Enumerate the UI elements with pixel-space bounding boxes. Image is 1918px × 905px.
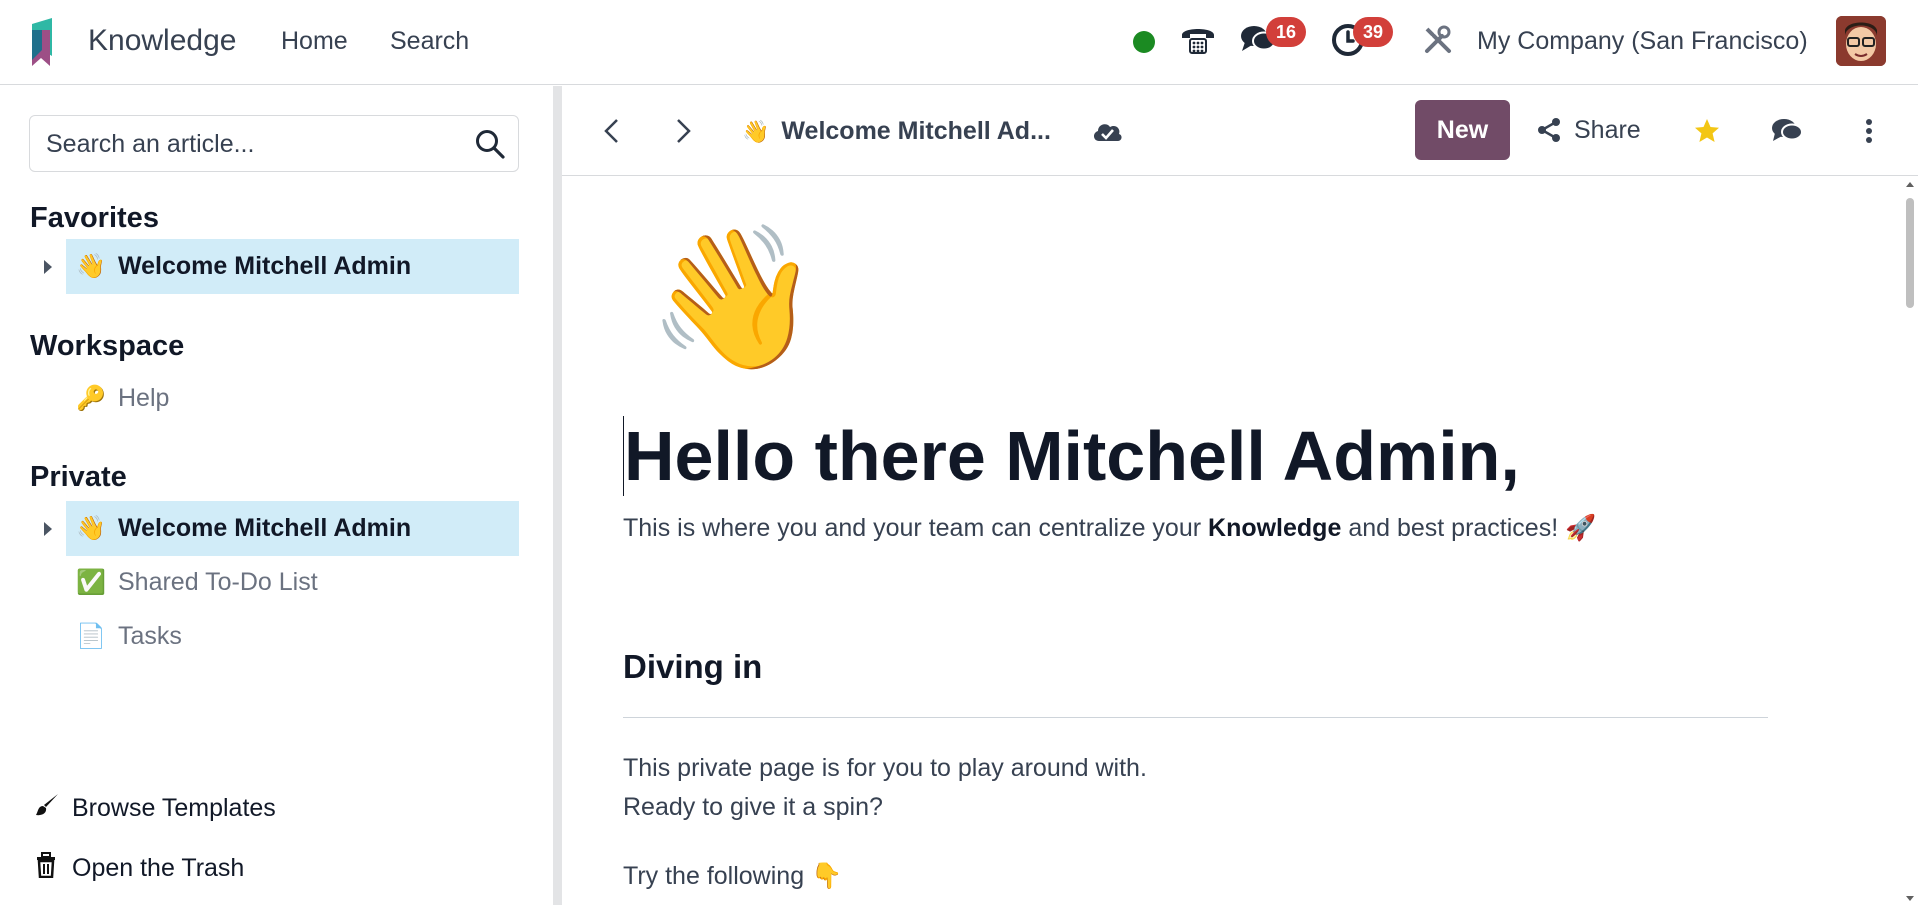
presence-status-icon[interactable] xyxy=(1133,31,1155,53)
share-label: Share xyxy=(1574,115,1641,144)
article-cover-wave-icon[interactable]: 👋 xyxy=(647,228,821,368)
intro-bold-text: Knowledge xyxy=(1208,514,1342,542)
sidebar: Favorites 👋 Welcome Mitchell Admin Works… xyxy=(0,86,553,905)
article-paragraph[interactable]: This private page is for you to play aro… xyxy=(623,754,1147,783)
sidebar-resize-handle[interactable] xyxy=(553,86,562,905)
company-switcher[interactable]: My Company (San Francisco) xyxy=(1477,27,1808,56)
activities-badge: 39 xyxy=(1353,17,1393,47)
messages-badge: 16 xyxy=(1266,17,1306,47)
key-icon: 🔑 xyxy=(76,385,106,412)
cloud-saved-icon xyxy=(1090,114,1124,148)
open-trash-label: Open the Trash xyxy=(72,854,245,882)
menu-search[interactable]: Search xyxy=(390,27,469,56)
open-trash-link[interactable]: Open the Trash xyxy=(34,852,244,885)
scrollbar-thumb[interactable] xyxy=(1906,198,1914,308)
divider xyxy=(623,717,1768,718)
article-paragraph[interactable]: Try the following 👇 xyxy=(623,862,842,891)
private-item-tasks[interactable]: 📄 Tasks xyxy=(66,609,519,664)
section-favorites: Favorites xyxy=(30,202,159,234)
favorite-star-icon[interactable] xyxy=(1690,114,1724,148)
intro-text: This is where you and your team can cent… xyxy=(623,514,1202,542)
knowledge-logo-icon[interactable] xyxy=(28,16,68,66)
workspace-item-help[interactable]: 🔑 Help xyxy=(66,371,519,426)
search-icon[interactable] xyxy=(474,128,506,160)
wave-icon: 👋 xyxy=(76,515,106,542)
back-arrow-icon[interactable] xyxy=(597,116,627,146)
section-workspace: Workspace xyxy=(30,330,185,362)
phone-icon[interactable] xyxy=(1180,22,1216,58)
article-main: 👋 Welcome Mitchell Ad... New Share 👋 Hel… xyxy=(562,86,1918,905)
forward-arrow-icon[interactable] xyxy=(668,116,698,146)
private-item-welcome[interactable]: 👋 Welcome Mitchell Admin xyxy=(66,501,519,556)
private-item-label: Welcome Mitchell Admin xyxy=(118,514,412,542)
share-button[interactable]: Share xyxy=(1536,100,1641,160)
menu-home[interactable]: Home xyxy=(281,27,348,56)
article-paragraph[interactable]: Ready to give it a spin? xyxy=(623,793,883,822)
private-item-todo[interactable]: ✅ Shared To-Do List xyxy=(66,555,519,610)
favorite-item-label: Welcome Mitchell Admin xyxy=(118,252,412,280)
article-search[interactable] xyxy=(29,115,519,172)
private-item-label: Tasks xyxy=(118,622,182,650)
breadcrumb-title[interactable]: 👋 Welcome Mitchell Ad... xyxy=(742,117,1051,146)
article-header: 👋 Welcome Mitchell Ad... New Share xyxy=(562,86,1918,176)
more-options-icon[interactable] xyxy=(1852,114,1886,148)
intro-text-end: and best practices! 🚀 xyxy=(1348,514,1597,542)
article-heading[interactable]: Hello there Mitchell Admin, xyxy=(623,416,1520,496)
section-private: Private xyxy=(30,461,127,493)
app-name[interactable]: Knowledge xyxy=(88,24,236,58)
favorite-item-welcome[interactable]: 👋 Welcome Mitchell Admin xyxy=(66,239,519,294)
share-icon xyxy=(1538,118,1560,142)
new-article-button[interactable]: New xyxy=(1415,100,1510,160)
private-item-label: Shared To-Do List xyxy=(118,568,318,596)
document-icon: 📄 xyxy=(76,623,106,650)
caret-right-icon[interactable] xyxy=(41,519,55,539)
trash-icon xyxy=(34,852,72,885)
settings-tools-icon[interactable] xyxy=(1420,22,1456,58)
search-input[interactable] xyxy=(46,128,446,160)
checkbox-icon: ✅ xyxy=(76,569,106,596)
caret-right-icon[interactable] xyxy=(41,257,55,277)
browse-templates-link[interactable]: Browse Templates xyxy=(34,792,276,825)
wave-icon: 👋 xyxy=(76,253,106,280)
article-intro[interactable]: This is where you and your team can cent… xyxy=(623,514,1596,543)
vertical-scrollbar[interactable] xyxy=(1902,178,1918,905)
browse-templates-label: Browse Templates xyxy=(72,794,276,822)
section-heading[interactable]: Diving in xyxy=(623,648,762,686)
wave-icon: 👋 xyxy=(742,118,770,144)
paintbrush-icon xyxy=(34,792,72,825)
chat-icon[interactable] xyxy=(1770,114,1804,148)
breadcrumb-title-text: Welcome Mitchell Ad... xyxy=(781,117,1051,145)
top-navbar: Knowledge Home Search 16 39 My Company (… xyxy=(0,0,1918,85)
workspace-item-label: Help xyxy=(118,384,170,412)
user-avatar[interactable] xyxy=(1836,16,1886,66)
